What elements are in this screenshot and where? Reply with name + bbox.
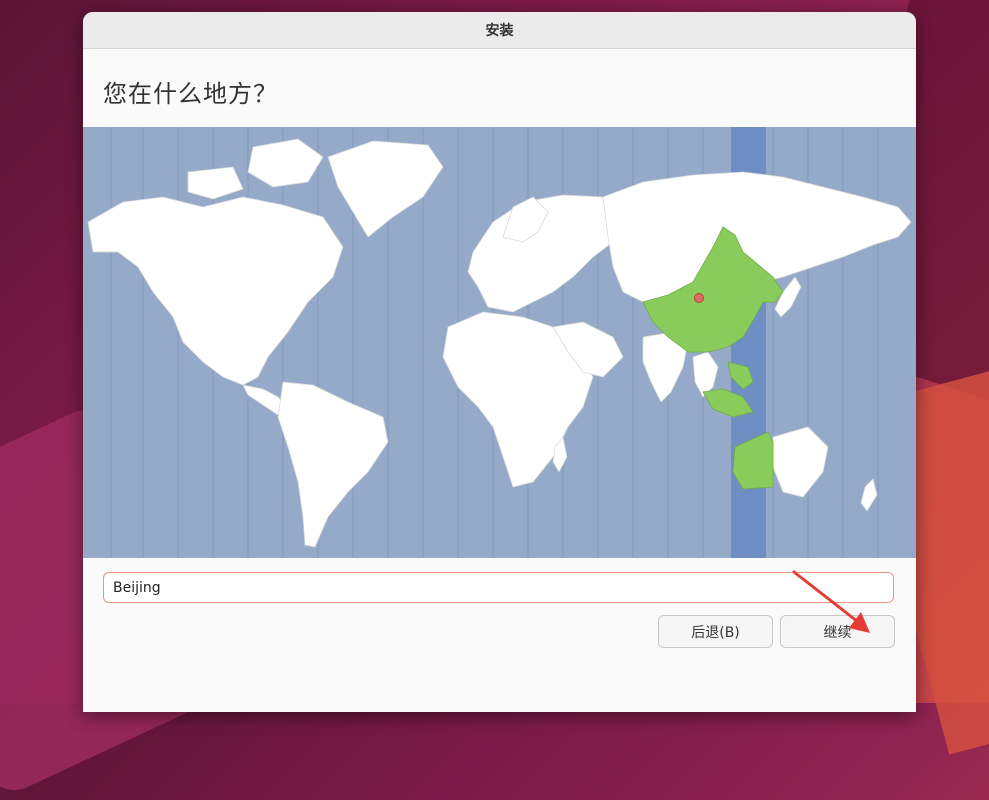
timezone-map[interactable] [83,127,916,558]
world-map-graphic [83,127,916,558]
continue-button[interactable]: 继续 [780,615,895,648]
window-title: 安装 [485,23,514,39]
pin-icon[interactable] [694,293,704,303]
page-heading: 您在什么地方？ [103,80,278,108]
installer-window: 安装 您在什么地方？ Beijing 后退(B) 继续 [83,12,916,712]
location-input[interactable] [103,572,894,603]
title-bar[interactable]: 安装 [83,12,916,49]
back-button[interactable]: 后退(B) [658,615,773,648]
